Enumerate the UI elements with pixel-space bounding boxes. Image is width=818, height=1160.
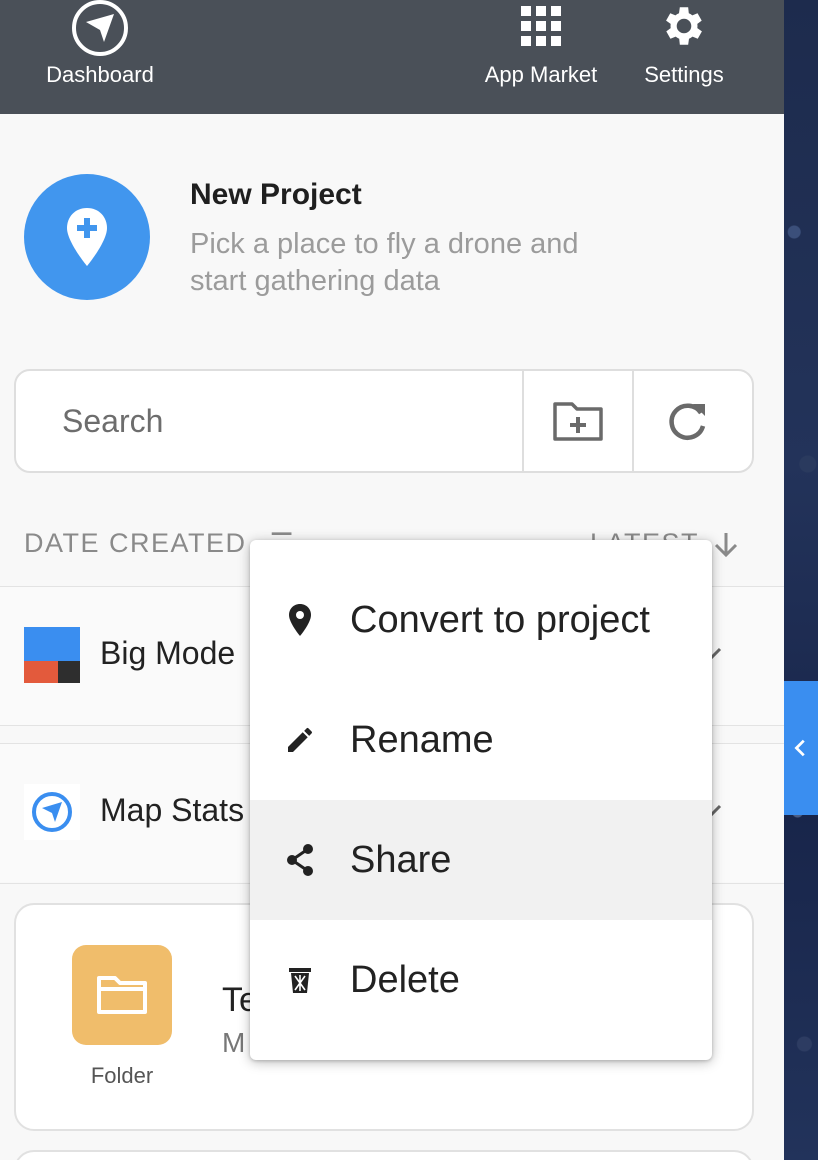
menu-item-label: Share: [350, 838, 452, 881]
new-folder-button[interactable]: [522, 371, 632, 471]
map-pin-icon: [250, 603, 350, 637]
folder-card[interactable]: [14, 1150, 754, 1160]
menu-item-rename[interactable]: Rename: [250, 680, 712, 800]
menu-item-convert-to-project[interactable]: Convert to project: [250, 560, 712, 680]
project-title: Big Mode: [100, 635, 236, 671]
top-navigation: Dashboard App Market Settings: [0, 0, 784, 114]
folder-type-label: Folder: [90, 1063, 154, 1088]
menu-item-label: Delete: [350, 958, 460, 1001]
project-title: Map Stats: [100, 792, 245, 828]
nav-dashboard-label: Dashboard: [46, 62, 154, 87]
menu-item-share[interactable]: Share: [250, 800, 712, 920]
menu-item-delete[interactable]: Delete: [250, 920, 712, 1040]
map-background: [784, 0, 818, 1160]
project-thumbnail: [24, 627, 80, 683]
search-bar: [14, 369, 754, 473]
arrow-down-icon[interactable]: [712, 530, 740, 558]
dronedeploy-logo-icon: [24, 784, 80, 840]
nav-app-market[interactable]: App Market: [470, 0, 612, 114]
sort-field-label: DATE CREATED: [24, 528, 247, 558]
new-project-subtitle: Pick a place to fly a drone and start ga…: [190, 228, 579, 297]
trash-icon: [250, 966, 350, 994]
add-location-icon: [67, 208, 107, 266]
new-project-title[interactable]: New Project: [190, 178, 362, 212]
folder-plus-icon: [553, 402, 603, 441]
collapse-panel-tab[interactable]: [784, 681, 818, 815]
menu-item-label: Convert to project: [350, 598, 650, 641]
projects-panel: Dashboard App Market Settings New Projec…: [0, 0, 784, 1160]
refresh-icon: [669, 403, 706, 440]
gear-icon: [654, 0, 714, 58]
search-input[interactable]: [18, 373, 518, 469]
new-project-button[interactable]: [24, 174, 150, 300]
pencil-icon: [250, 724, 350, 756]
nav-app-market-label: App Market: [484, 62, 598, 87]
chevron-left-icon: [794, 739, 805, 757]
nav-settings-label: Settings: [644, 62, 724, 87]
folder-meta: M: [222, 1027, 246, 1058]
context-menu: Convert to project Rename Share Delete: [250, 540, 712, 1060]
share-icon: [250, 843, 350, 877]
menu-item-label: Rename: [350, 718, 494, 761]
nav-settings[interactable]: Settings: [632, 0, 736, 114]
nav-dashboard[interactable]: Dashboard: [30, 0, 170, 114]
dronedeploy-logo-icon: [70, 0, 130, 58]
folder-tile: [72, 945, 172, 1045]
refresh-button[interactable]: [632, 371, 742, 471]
grid-icon: [511, 0, 571, 58]
folder-icon: [97, 976, 147, 1014]
